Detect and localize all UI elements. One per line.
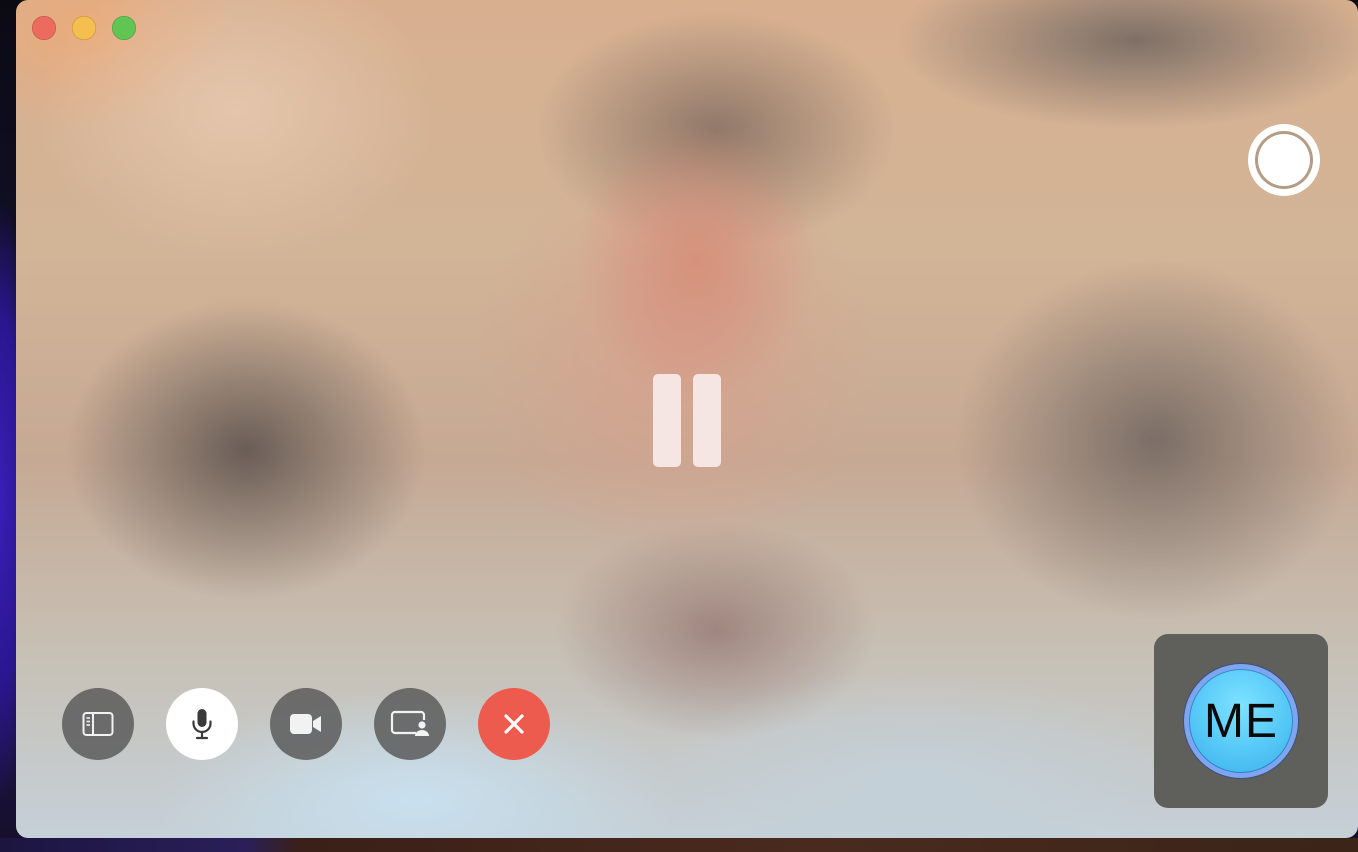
pause-bar [653,374,681,467]
window-controls [32,16,136,40]
facetime-window: ME [16,0,1358,838]
mute-button[interactable] [166,688,238,760]
record-icon [1255,131,1313,189]
screen-share-icon [390,710,429,736]
record-button[interactable] [1248,124,1320,196]
paused-indicator [653,374,721,467]
microphone-icon [192,709,212,740]
sidebar-icon [82,712,114,736]
share-screen-button[interactable] [374,688,446,760]
avatar-initials: ME [1204,694,1278,748]
zoom-window-button[interactable] [112,16,136,40]
call-controls [62,688,550,760]
close-icon [504,714,524,734]
minimize-window-button[interactable] [72,16,96,40]
desktop-background-strip [0,838,1358,852]
video-button[interactable] [270,688,342,760]
sidebar-button[interactable] [62,688,134,760]
self-view-tile[interactable]: ME [1154,634,1328,808]
pause-bar [693,374,721,467]
video-camera-icon [290,714,321,734]
end-call-button[interactable] [478,688,550,760]
avatar: ME [1184,664,1298,778]
close-window-button[interactable] [32,16,56,40]
